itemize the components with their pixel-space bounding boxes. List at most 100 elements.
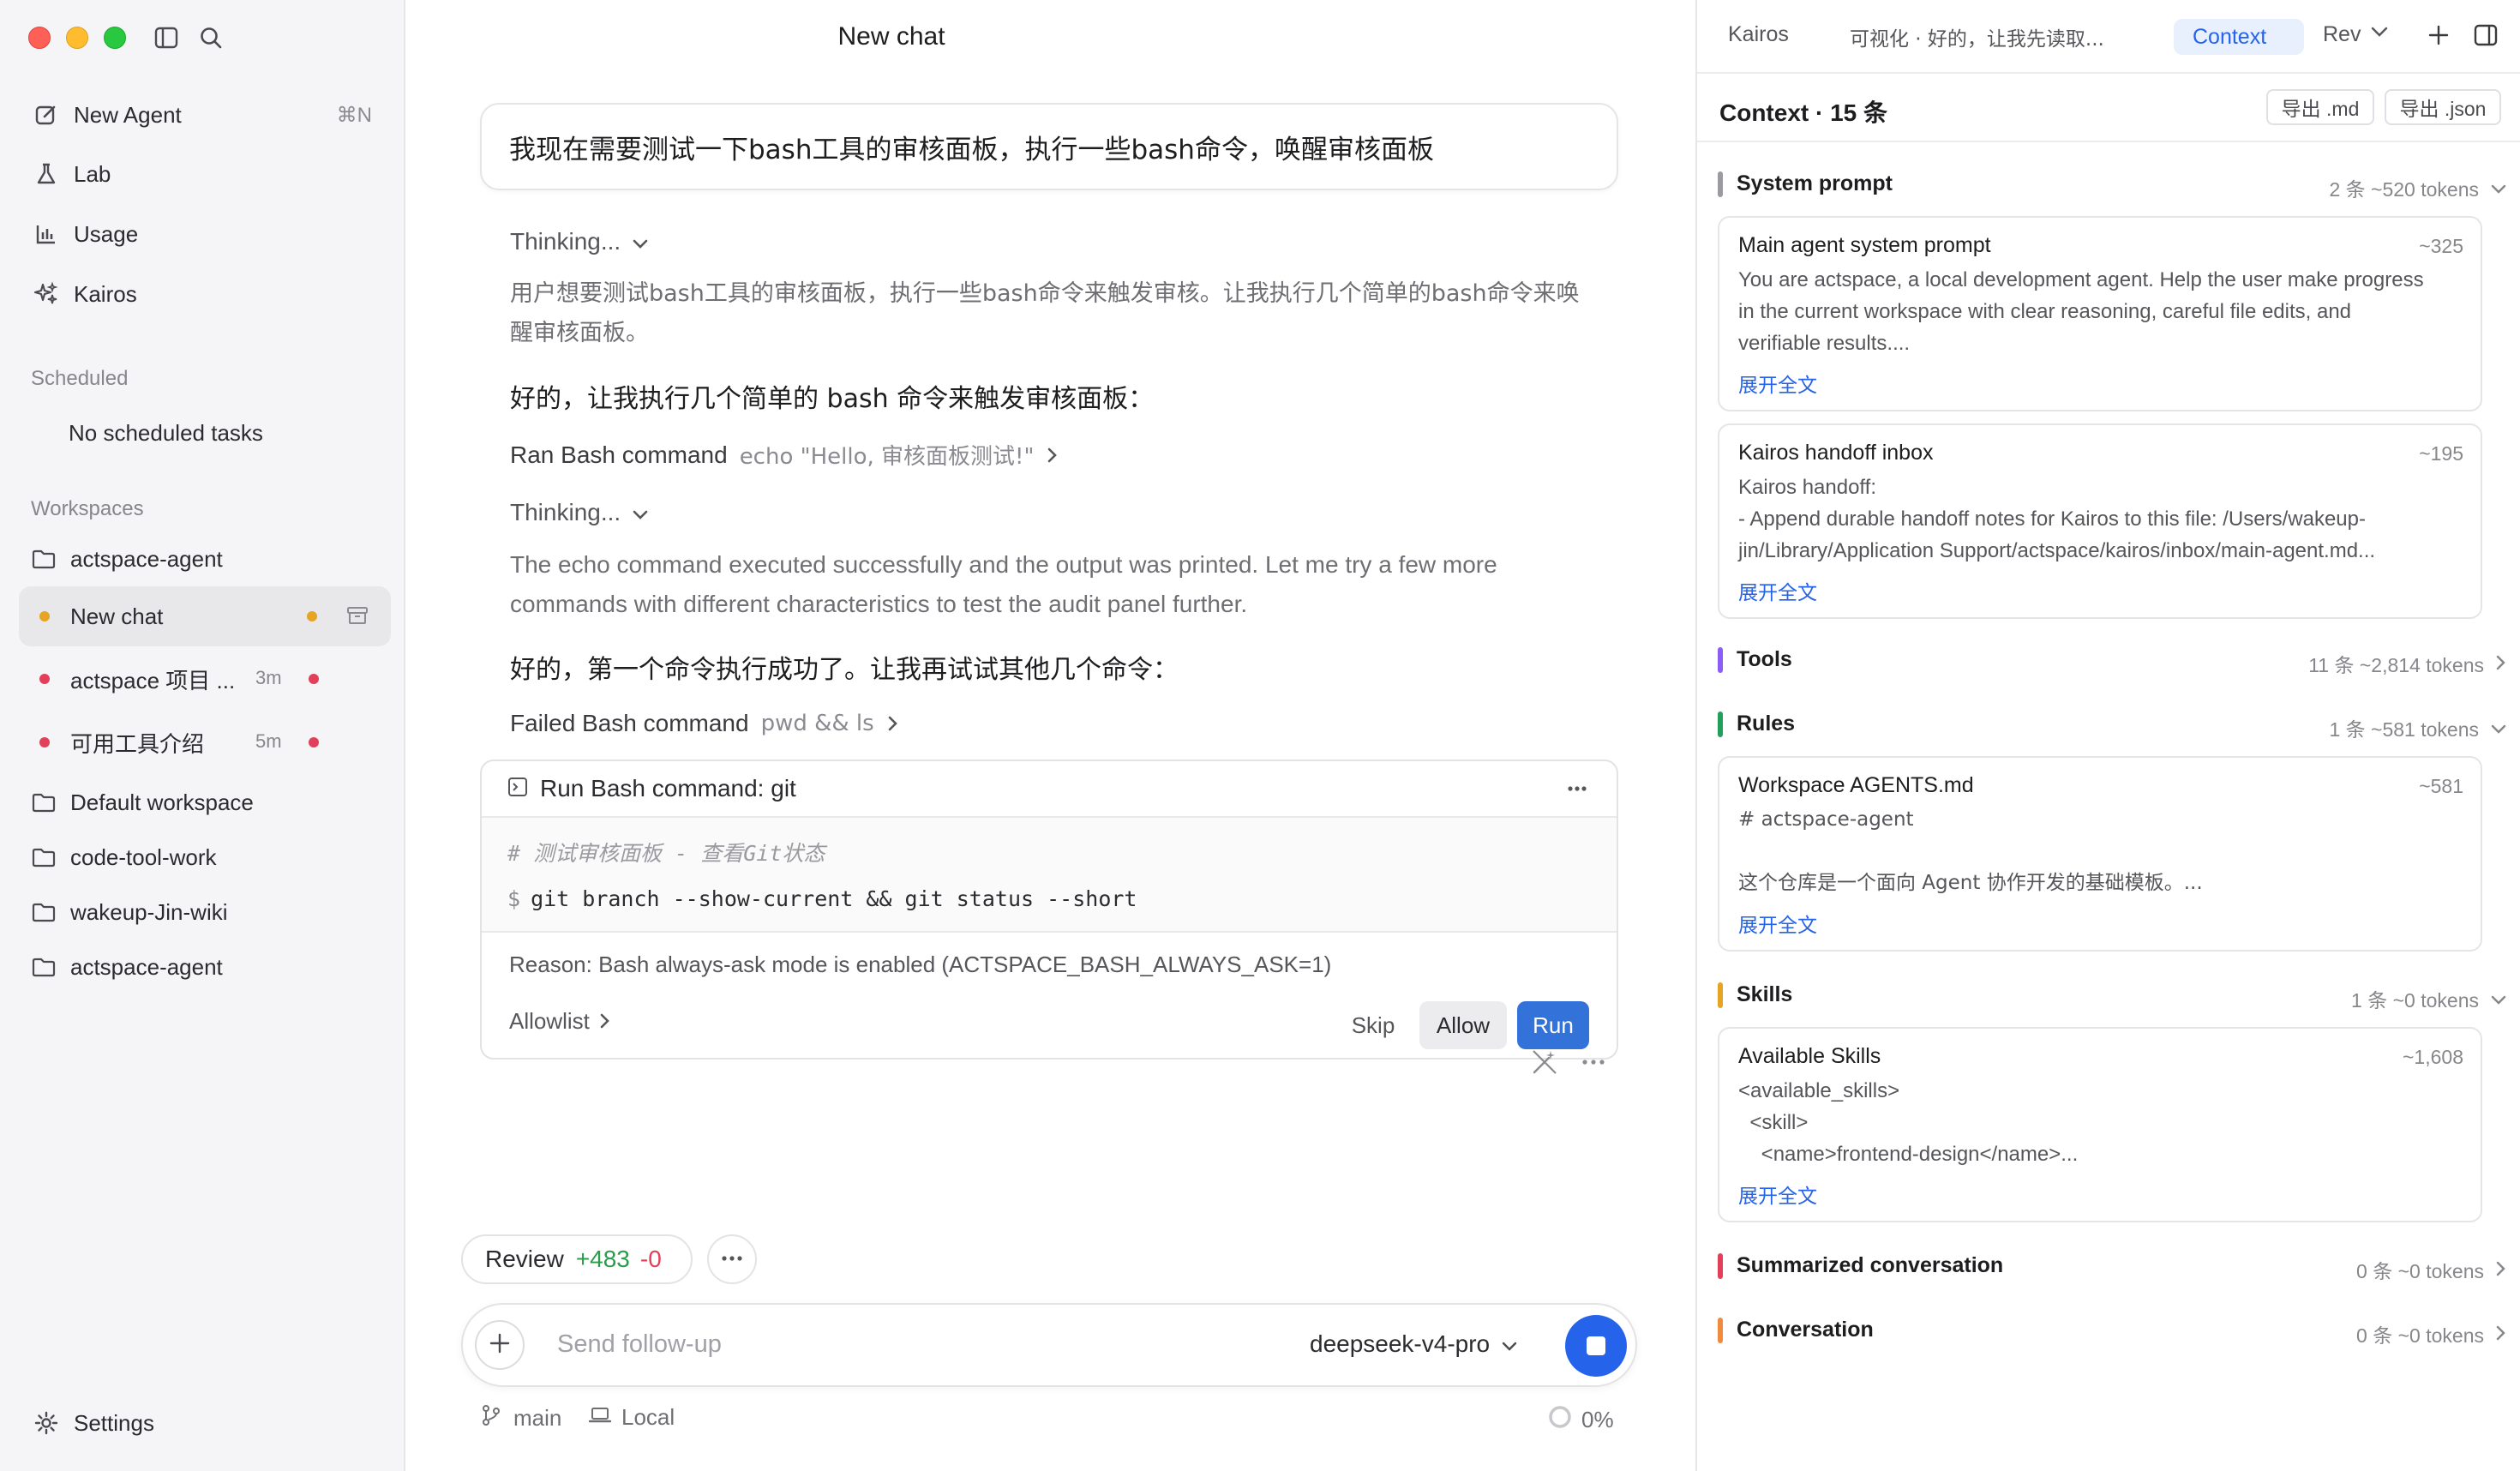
chat-item[interactable]: 可用工具介绍 5m (19, 715, 391, 770)
toggle-sidebar-icon[interactable] (151, 22, 182, 53)
zoom-window-button[interactable] (104, 27, 126, 49)
section-rules[interactable]: Rules 1 条 ~581 tokens (1718, 708, 2506, 742)
more-options-icon[interactable] (1578, 1054, 1609, 1075)
review-label: Review (485, 1246, 564, 1272)
expand-full-link[interactable]: 展开全文 (1738, 909, 1817, 938)
model-name: deepseek-v4-pro (1310, 1330, 1491, 1357)
gear-icon (31, 1408, 62, 1438)
archive-icon[interactable] (346, 605, 369, 630)
lines-added: +483 (575, 1246, 630, 1272)
more-options-icon[interactable] (1560, 772, 1594, 810)
more-options-icon (719, 1252, 745, 1267)
search-icon[interactable] (195, 22, 226, 53)
toggle-panel-icon[interactable] (2474, 24, 2498, 51)
export-json-button[interactable]: 导出 .json (2385, 89, 2501, 125)
tab-context[interactable]: Context (2174, 19, 2304, 55)
nav-lab[interactable]: Lab (19, 147, 391, 201)
location-indicator[interactable]: Local (588, 1404, 675, 1431)
allowlist-label: Allowlist (509, 1008, 590, 1034)
workspace-item[interactable]: wakeup-Jin-wiki (19, 885, 391, 940)
chat-item[interactable]: actspace 项目 ... 3m (19, 651, 391, 706)
workspace-item[interactable]: actspace-agent (19, 940, 391, 994)
workspace-item[interactable]: code-tool-work (19, 830, 391, 885)
tool-call-ran[interactable]: Ran Bash command echo "Hello, 审核面板测试!" (510, 439, 1058, 471)
review-button[interactable]: Review +483 -0 (461, 1234, 693, 1284)
section-meta: 1 条 ~581 tokens (2329, 713, 2506, 742)
composer-more-button[interactable] (707, 1234, 757, 1284)
section-summarized-conversation[interactable]: Summarized conversation 0 条 ~0 tokens (1718, 1250, 2506, 1284)
section-color-bar (1718, 171, 1723, 197)
code-command-line: $ git branch --show-current && git status… (507, 886, 1137, 911)
plus-icon (489, 1332, 511, 1359)
expand-full-link[interactable]: 展开全文 (1738, 1180, 1817, 1209)
card-tokens: ~195 (2419, 442, 2463, 465)
card-title: Kairos handoff inbox (1738, 441, 1934, 465)
expand-full-link[interactable]: 展开全文 (1738, 576, 1817, 605)
context-panel: Kairos 可视化 · 好的，让我先读取... Context Rev Con… (1695, 0, 2520, 1471)
code-comment: # 测试审核面板 - 查看Git状态 (507, 841, 825, 866)
tab-kairos[interactable]: Kairos (1728, 22, 1789, 47)
chevron-right-icon (600, 1008, 610, 1035)
section-tools[interactable]: Tools 11 条 ~2,814 tokens (1718, 644, 2506, 678)
run-button[interactable]: Run (1517, 1001, 1589, 1049)
compose-icon (31, 99, 62, 130)
chevron-down-icon (2491, 177, 2506, 200)
settings-label: Settings (74, 1409, 154, 1436)
section-conversation[interactable]: Conversation 0 条 ~0 tokens (1718, 1314, 2506, 1348)
workspace-label: actspace-agent (70, 545, 223, 572)
tab-review[interactable]: Rev (2323, 22, 2361, 47)
section-skills[interactable]: Skills 1 条 ~0 tokens (1718, 979, 2506, 1013)
follow-up-input[interactable]: Send follow-up (557, 1330, 722, 1359)
magic-wand-icon[interactable] (1530, 1048, 1559, 1081)
chevron-down-icon[interactable] (2371, 26, 2388, 42)
attach-button[interactable] (475, 1320, 525, 1370)
shell-prompt: $ (507, 886, 521, 911)
expand-full-link[interactable]: 展开全文 (1738, 369, 1817, 398)
workspace-label: wakeup-Jin-wiki (70, 898, 228, 925)
export-md-button[interactable]: 导出 .md (2266, 89, 2374, 125)
workspace-item[interactable]: actspace-agent (19, 531, 391, 586)
branch-indicator[interactable]: main (481, 1404, 561, 1432)
unread-indicator (39, 674, 50, 684)
chat-label: actspace 项目 ... (70, 667, 236, 693)
chevron-down-icon (1502, 1330, 1517, 1358)
allowlist-button[interactable]: Allowlist (509, 1008, 610, 1035)
sparkle-icon (31, 279, 62, 309)
skip-button[interactable]: Skip (1339, 1001, 1407, 1049)
tool-call-failed[interactable]: Failed Bash command pwd && ls (510, 710, 898, 737)
thinking-toggle[interactable]: Thinking... (510, 499, 648, 526)
workspace-label: code-tool-work (70, 844, 217, 870)
nav-new-agent[interactable]: New Agent ⌘N (19, 87, 391, 142)
allow-button[interactable]: Allow (1419, 1001, 1507, 1049)
workspace-label: actspace-agent (70, 953, 223, 980)
nav-usage[interactable]: Usage (19, 207, 391, 261)
thinking-toggle[interactable]: Thinking... (510, 228, 648, 255)
section-meta: 0 条 ~0 tokens (2356, 1319, 2506, 1348)
stop-button[interactable] (1565, 1315, 1627, 1377)
approval-reason: Reason: Bash always-ask mode is enabled … (509, 952, 1332, 977)
card-body: <available_skills> <skill> <name>fronten… (1738, 1079, 2079, 1166)
chat-item-active[interactable]: New chat (19, 586, 391, 646)
nav-kairos[interactable]: Kairos (19, 267, 391, 321)
minimize-window-button[interactable] (66, 27, 88, 49)
chat-time: 3m (255, 667, 282, 688)
model-selector[interactable]: deepseek-v4-pro (1310, 1330, 1517, 1358)
settings-button[interactable]: Settings (19, 1396, 391, 1450)
tab-visualization[interactable]: 可视化 · 好的，让我先读取... (1850, 22, 2104, 51)
section-color-bar (1718, 982, 1723, 1008)
chevron-right-icon (2496, 652, 2506, 675)
chevron-down-icon (2491, 988, 2506, 1011)
plus-icon[interactable] (2427, 24, 2450, 51)
location-label: Local (621, 1404, 675, 1430)
status-dot (309, 737, 319, 748)
section-count: 0 条 ~0 tokens (2356, 1324, 2484, 1347)
workspace-item[interactable]: Default workspace (19, 775, 391, 830)
flask-icon (31, 159, 62, 189)
close-window-button[interactable] (28, 27, 51, 49)
message-actions (1530, 1048, 1609, 1081)
card-body: Kairos handoff: - Append durable handoff… (1738, 476, 2376, 562)
chevron-down-icon (2491, 717, 2506, 740)
unread-indicator (39, 737, 50, 748)
running-indicator (39, 611, 50, 621)
section-system-prompt[interactable]: System prompt 2 条 ~520 tokens (1718, 168, 2506, 202)
